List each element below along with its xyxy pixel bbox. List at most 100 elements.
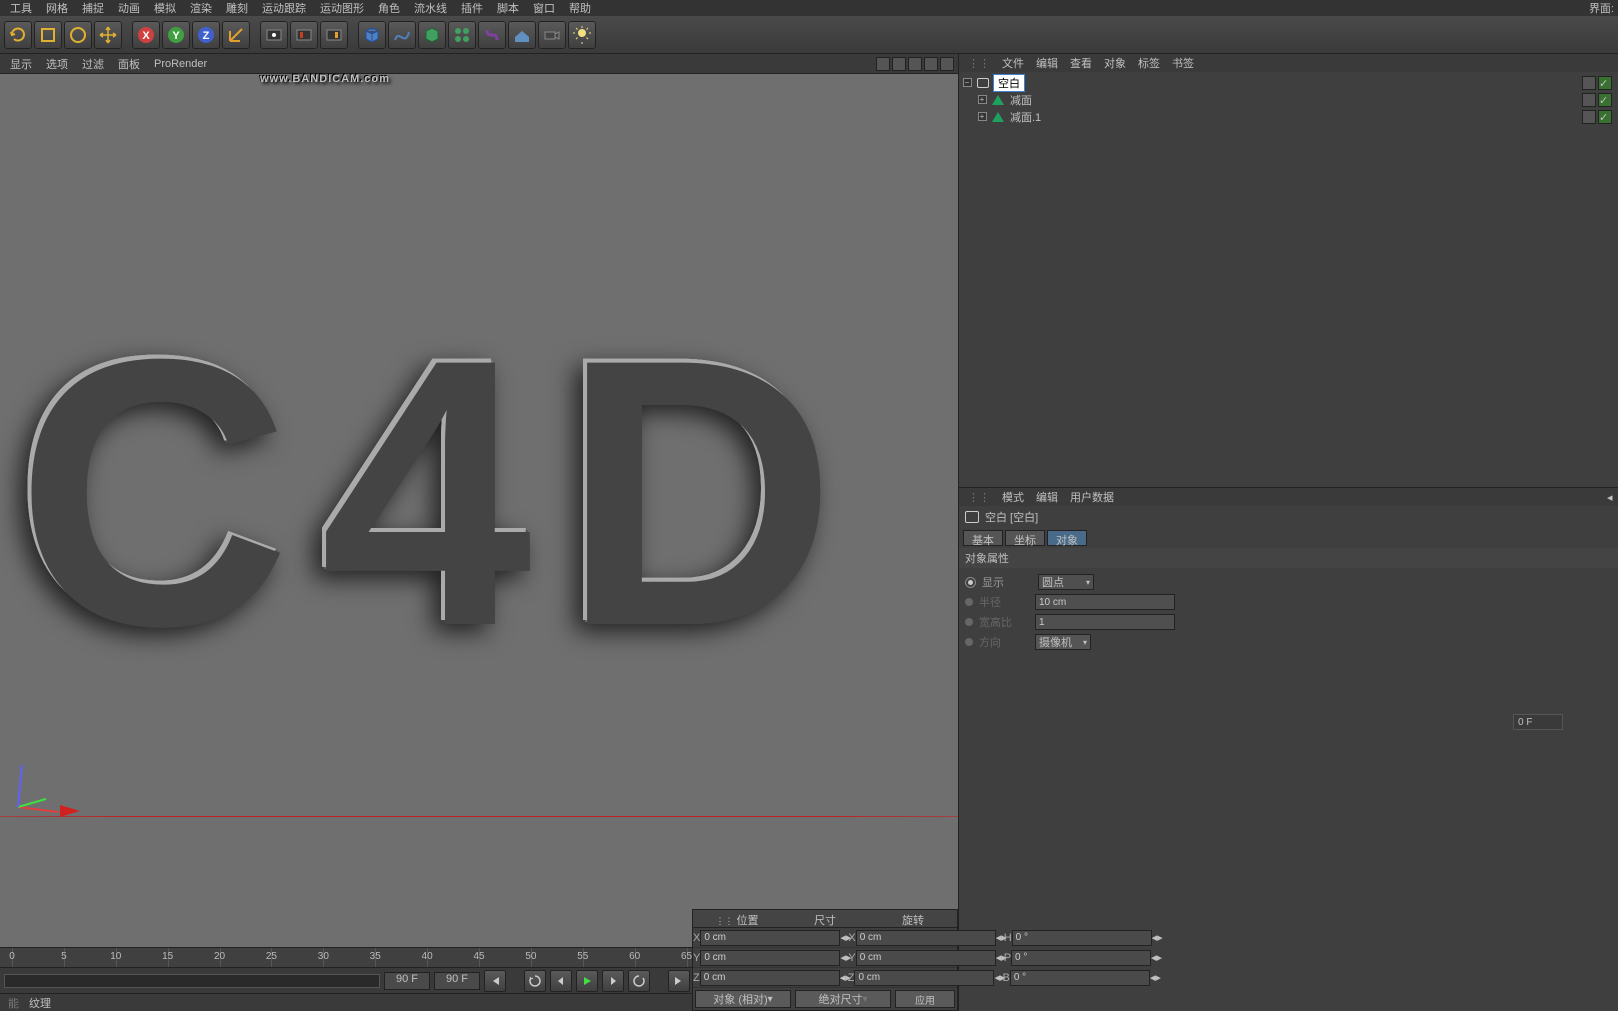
- drag-icon[interactable]: [965, 638, 973, 646]
- display-radio[interactable]: [965, 577, 976, 588]
- om-menu-item[interactable]: 对象: [1099, 55, 1131, 71]
- spline-button[interactable]: [388, 21, 416, 49]
- pos-x-field[interactable]: [700, 930, 840, 946]
- attr-nav-icon[interactable]: ◂: [1602, 491, 1614, 504]
- om-menu-item[interactable]: 标签: [1133, 55, 1165, 71]
- pos-z-field[interactable]: [700, 970, 840, 986]
- coord-size-select[interactable]: 绝对尺寸 ▾: [795, 990, 891, 1008]
- pos-y-field[interactable]: [700, 950, 840, 966]
- display-select[interactable]: 圆点▾: [1038, 574, 1094, 590]
- enable-tag[interactable]: ✓: [1598, 76, 1612, 90]
- tree-row[interactable]: + 减面.1 ✓: [961, 108, 1616, 125]
- menu-item[interactable]: 雕刻: [220, 0, 254, 16]
- menu-item[interactable]: 脚本: [491, 0, 525, 16]
- coord-mode-select[interactable]: 对象 (相对) ▾: [695, 990, 791, 1008]
- enable-tag[interactable]: ✓: [1598, 93, 1612, 107]
- goto-end-button[interactable]: [668, 970, 690, 992]
- camera-button[interactable]: [538, 21, 566, 49]
- bottom-tab-item[interactable]: 能: [8, 995, 19, 1011]
- viewport-3d[interactable]: C 4 D 网格间距 : 100 cm: [0, 74, 958, 947]
- size-x-field[interactable]: [856, 930, 996, 946]
- undo-button[interactable]: [4, 21, 32, 49]
- move-tool[interactable]: [94, 21, 122, 49]
- tree-row[interactable]: + 减面 ✓: [961, 91, 1616, 108]
- axis-gizmo[interactable]: [8, 757, 68, 817]
- vp-nav-icon[interactable]: [940, 57, 954, 71]
- render-pv-button[interactable]: [290, 21, 318, 49]
- axis-z-button[interactable]: Z: [192, 21, 220, 49]
- nurbs-button[interactable]: [418, 21, 446, 49]
- size-y-field[interactable]: [856, 950, 996, 966]
- redo-button[interactable]: [34, 21, 62, 49]
- bottom-tab-item[interactable]: 纹理: [29, 995, 51, 1011]
- mograph-button[interactable]: [448, 21, 476, 49]
- max-frame-field[interactable]: 90 F: [434, 972, 480, 990]
- menu-item[interactable]: 插件: [455, 0, 489, 16]
- coord-sys-button[interactable]: [222, 21, 250, 49]
- tree-expand-icon[interactable]: −: [963, 78, 972, 87]
- menu-item[interactable]: 工具: [4, 0, 38, 16]
- vp-nav-icon[interactable]: [876, 57, 890, 71]
- radius-field[interactable]: [1035, 594, 1175, 610]
- ratio-field[interactable]: [1035, 614, 1175, 630]
- deformer-button[interactable]: [478, 21, 506, 49]
- loop2-button[interactable]: [628, 970, 650, 992]
- vp-menu-item[interactable]: 显示: [4, 56, 38, 72]
- menu-item[interactable]: 窗口: [527, 0, 561, 16]
- om-menu-item[interactable]: 编辑: [1031, 55, 1063, 71]
- om-menu-item[interactable]: 查看: [1065, 55, 1097, 71]
- axis-x-button[interactable]: X: [132, 21, 160, 49]
- timeline-slider[interactable]: [4, 974, 380, 988]
- vp-menu-item[interactable]: ProRender: [148, 58, 213, 70]
- vp-menu-item[interactable]: 选项: [40, 56, 74, 72]
- menu-item[interactable]: 帮助: [563, 0, 597, 16]
- visibility-tag[interactable]: [1582, 110, 1596, 124]
- menu-item[interactable]: 网格: [40, 0, 74, 16]
- tree-expand-icon[interactable]: +: [978, 95, 987, 104]
- menu-item[interactable]: 模拟: [148, 0, 182, 16]
- menu-item[interactable]: 运动跟踪: [256, 0, 312, 16]
- render-settings-button[interactable]: [320, 21, 348, 49]
- select-tool[interactable]: [64, 21, 92, 49]
- menu-item[interactable]: 捕捉: [76, 0, 110, 16]
- tree-item-label[interactable]: 空白: [993, 74, 1025, 92]
- attr-tab[interactable]: 基本: [963, 530, 1003, 546]
- frame-indicator[interactable]: 0 F: [1513, 714, 1563, 730]
- tree-expand-icon[interactable]: +: [978, 112, 987, 121]
- om-menu-item[interactable]: 文件: [997, 55, 1029, 71]
- floor-button[interactable]: [508, 21, 536, 49]
- menu-item[interactable]: 运动图形: [314, 0, 370, 16]
- drag-icon[interactable]: [965, 598, 973, 606]
- vp-nav-icon[interactable]: [892, 57, 906, 71]
- size-z-field[interactable]: [854, 970, 994, 986]
- tree-row[interactable]: − 空白 ✓: [961, 74, 1616, 91]
- render-view-button[interactable]: [260, 21, 288, 49]
- attr-menu-item[interactable]: 模式: [997, 489, 1029, 505]
- cube-button[interactable]: [358, 21, 386, 49]
- rot-h-field[interactable]: [1012, 930, 1152, 946]
- drag-icon[interactable]: [965, 618, 973, 626]
- tree-item-label[interactable]: 减面: [1008, 92, 1034, 108]
- vp-nav-icon[interactable]: [924, 57, 938, 71]
- rot-p-field[interactable]: [1011, 950, 1151, 966]
- vp-nav-icon[interactable]: [908, 57, 922, 71]
- current-frame-field[interactable]: 90 F: [384, 972, 430, 990]
- vp-menu-item[interactable]: 过滤: [76, 56, 110, 72]
- goto-start-button[interactable]: [484, 970, 506, 992]
- coord-apply-button[interactable]: 应用: [895, 990, 955, 1008]
- light-button[interactable]: [568, 21, 596, 49]
- menu-item[interactable]: 渲染: [184, 0, 218, 16]
- rot-b-field[interactable]: [1010, 970, 1150, 986]
- tree-item-label[interactable]: 减面.1: [1008, 109, 1043, 125]
- menu-item[interactable]: 动画: [112, 0, 146, 16]
- attr-menu-item[interactable]: 用户数据: [1065, 489, 1119, 505]
- menu-item[interactable]: 角色: [372, 0, 406, 16]
- loop-button[interactable]: [524, 970, 546, 992]
- step-fwd-button[interactable]: [602, 970, 624, 992]
- menu-item[interactable]: 流水线: [408, 0, 453, 16]
- attr-menu-item[interactable]: 编辑: [1031, 489, 1063, 505]
- visibility-tag[interactable]: [1582, 93, 1596, 107]
- om-menu-item[interactable]: 书签: [1167, 55, 1199, 71]
- play-button[interactable]: [576, 970, 598, 992]
- enable-tag[interactable]: ✓: [1598, 110, 1612, 124]
